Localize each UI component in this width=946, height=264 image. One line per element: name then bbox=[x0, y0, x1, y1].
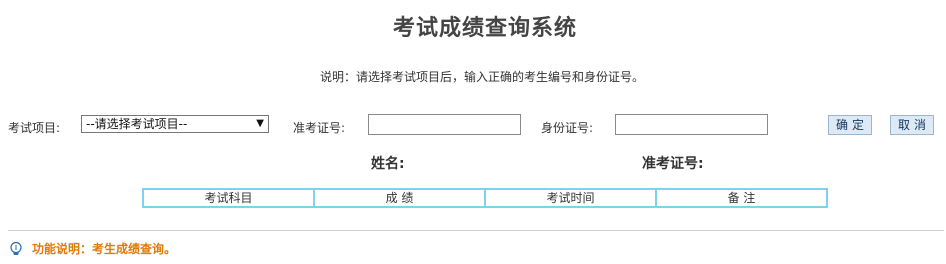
column-header-score: 成 绩 bbox=[315, 190, 486, 206]
function-note-text: 功能说明：考生成绩查询。 bbox=[32, 242, 177, 256]
cancel-button[interactable]: 取消 bbox=[890, 115, 934, 135]
id-number-input[interactable] bbox=[615, 114, 768, 135]
admission-number-label: 准考证号: bbox=[293, 121, 346, 135]
exam-item-select[interactable]: --请选择考试项目-- ▼ bbox=[81, 115, 269, 133]
function-note: 功能说明：考生成绩查询。 bbox=[8, 240, 176, 257]
divider bbox=[8, 230, 944, 231]
exam-item-label: 考试项目: bbox=[8, 121, 61, 135]
confirm-button[interactable]: 确定 bbox=[828, 115, 872, 135]
exam-item-selected-value: --请选择考试项目-- bbox=[86, 117, 188, 131]
result-admission-label: 准考证号: bbox=[642, 156, 704, 172]
column-header-subject: 考试科目 bbox=[144, 190, 315, 206]
chevron-down-icon: ▼ bbox=[256, 118, 264, 129]
admission-number-input[interactable] bbox=[368, 114, 521, 135]
page-title: 考试成绩查询系统 bbox=[392, 16, 577, 41]
name-label: 姓名: bbox=[371, 156, 405, 172]
instruction-text: 说明：请选择考试项目后，输入正确的考生编号和身份证号。 bbox=[319, 70, 644, 84]
column-header-exam-time: 考试时间 bbox=[486, 190, 657, 206]
lightbulb-icon bbox=[10, 241, 22, 255]
id-number-label: 身份证号: bbox=[541, 121, 594, 135]
column-header-remarks: 备 注 bbox=[727, 191, 756, 205]
results-table-header: 考试科目 成 绩 考试时间 备 注 bbox=[142, 188, 828, 208]
